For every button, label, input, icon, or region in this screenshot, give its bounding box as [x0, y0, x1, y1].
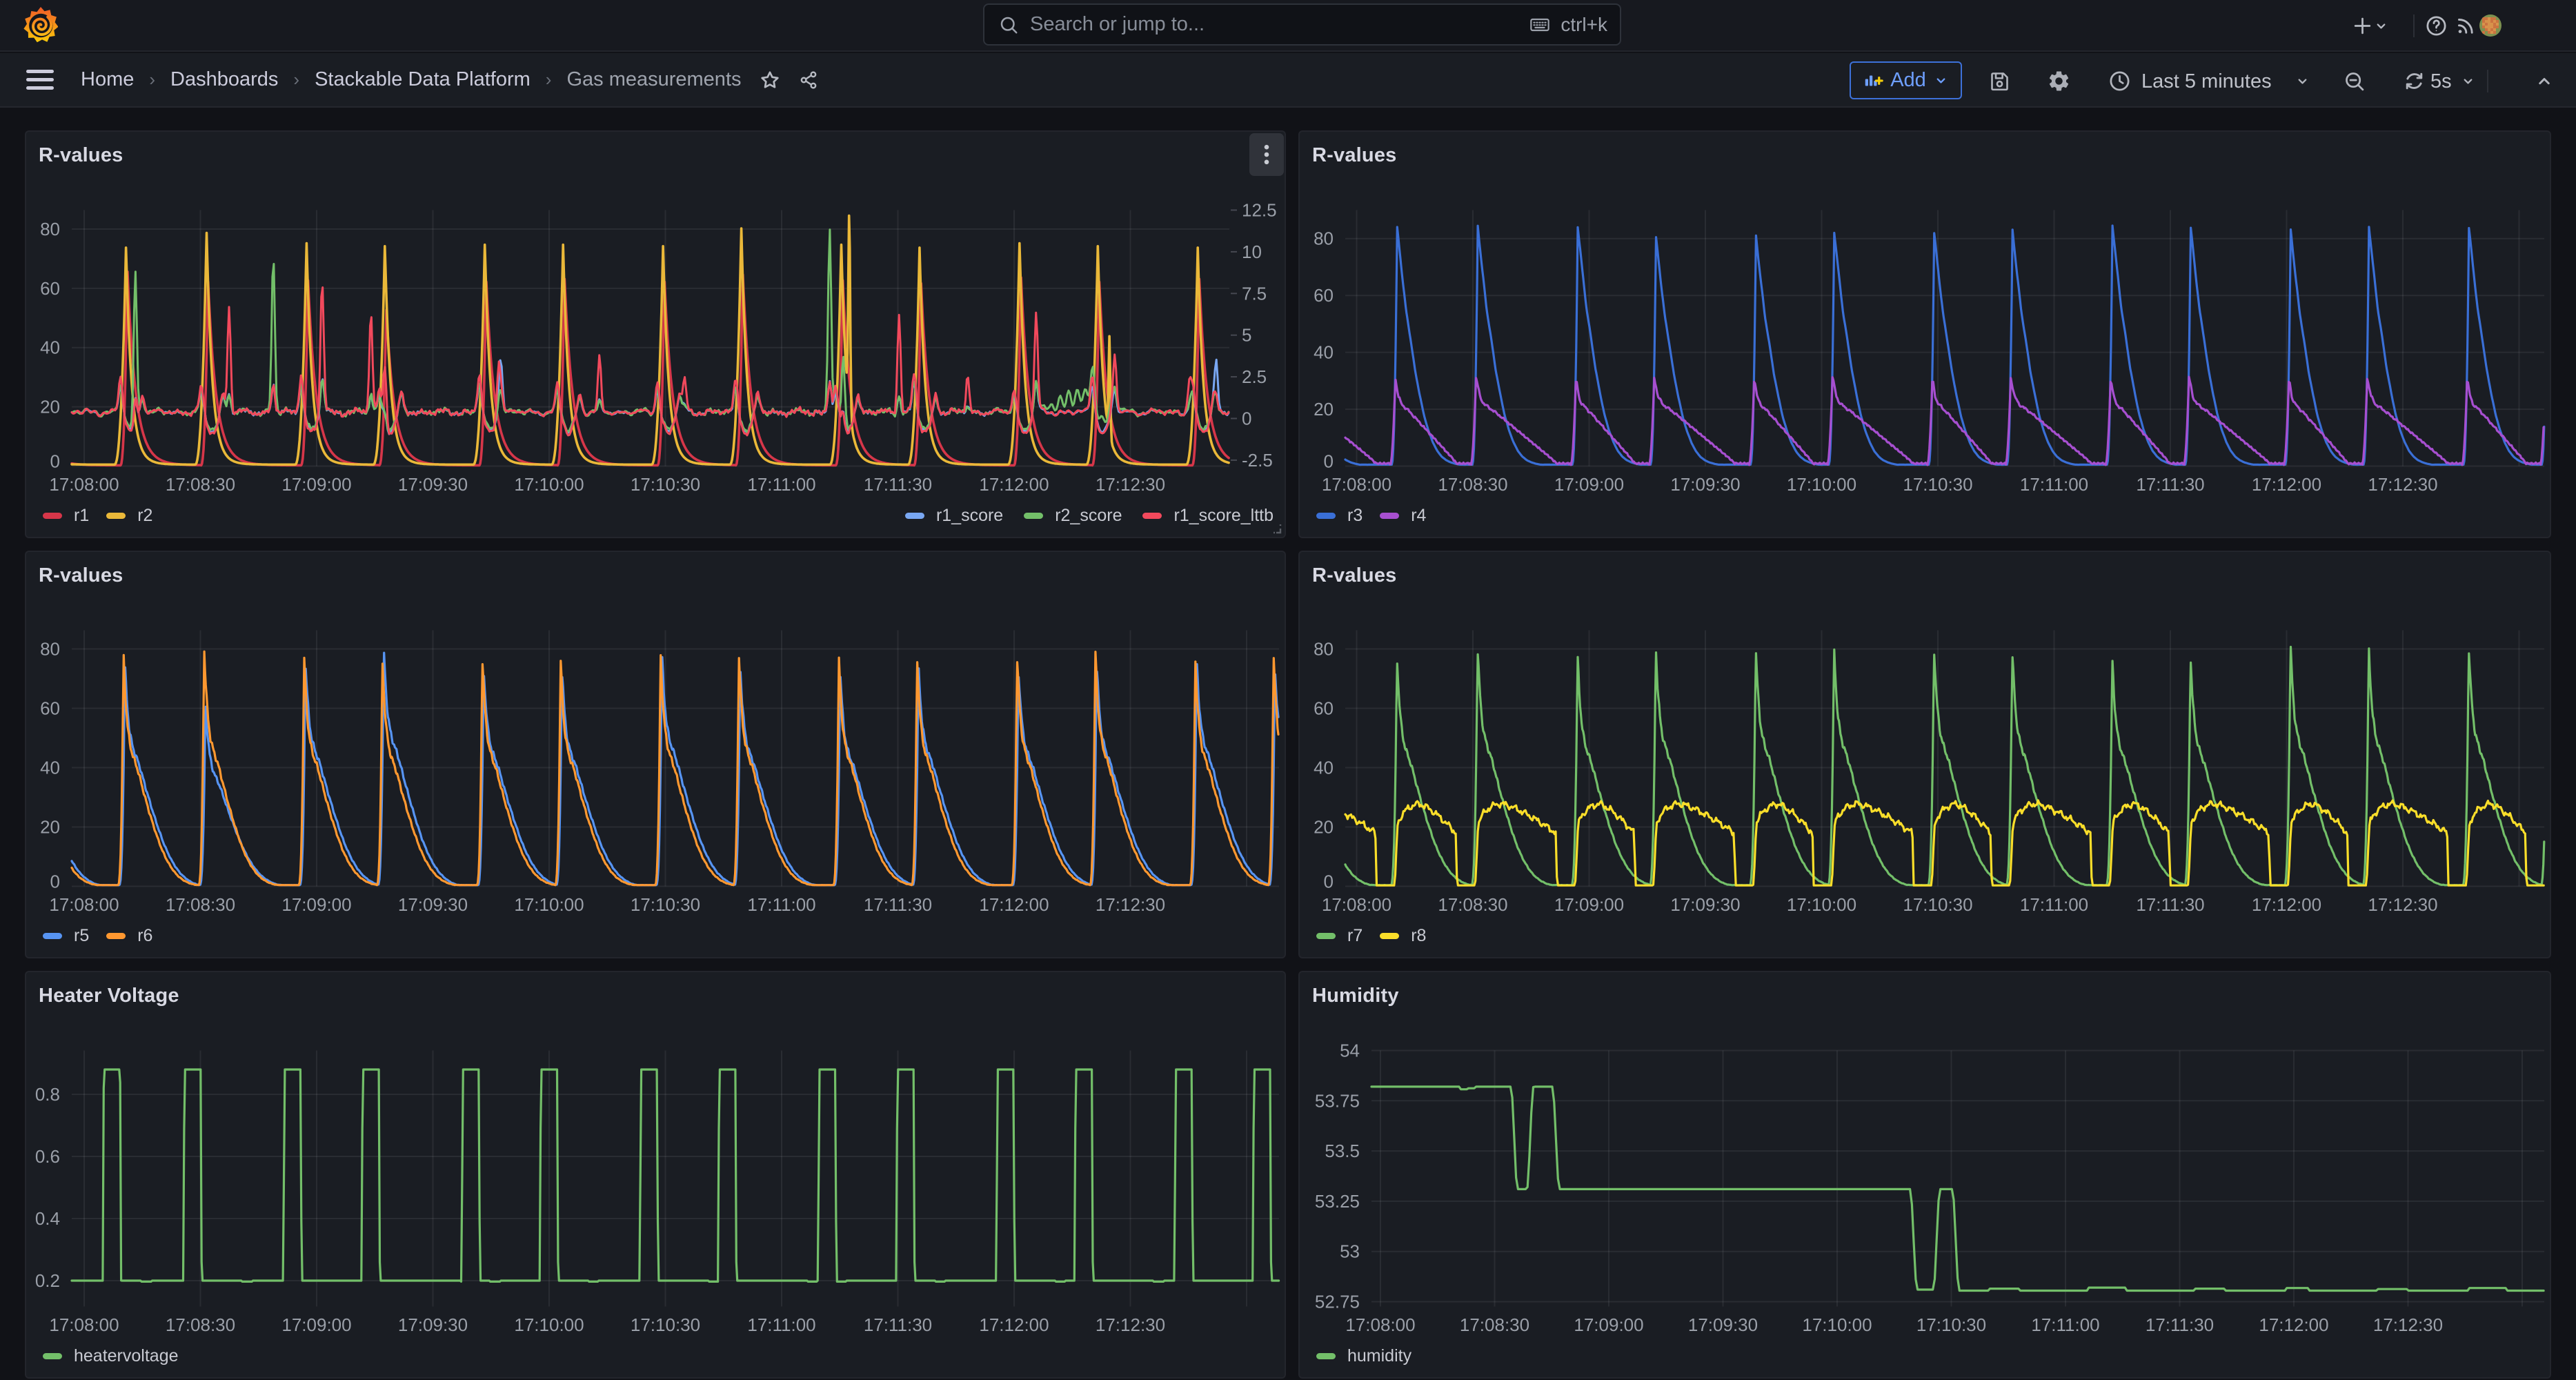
svg-text:2.5: 2.5: [1242, 366, 1267, 387]
svg-text:60: 60: [40, 278, 60, 299]
svg-text:17:09:00: 17:09:00: [281, 1314, 351, 1335]
svg-text:80: 80: [1314, 639, 1334, 660]
svg-text:17:10:30: 17:10:30: [1916, 1314, 1986, 1335]
svg-text:54: 54: [1340, 1041, 1360, 1061]
svg-text:53: 53: [1340, 1241, 1360, 1262]
svg-text:17:11:00: 17:11:00: [747, 1314, 815, 1335]
svg-text:17:11:00: 17:11:00: [747, 894, 815, 915]
svg-text:17:09:30: 17:09:30: [398, 894, 468, 915]
svg-text:17:12:00: 17:12:00: [979, 474, 1049, 495]
svg-text:17:12:30: 17:12:30: [1096, 1314, 1165, 1335]
svg-text:17:09:30: 17:09:30: [1670, 474, 1740, 495]
svg-text:17:08:30: 17:08:30: [166, 1314, 235, 1335]
svg-text:17:08:30: 17:08:30: [1438, 474, 1507, 495]
svg-text:17:10:30: 17:10:30: [1903, 474, 1972, 495]
svg-text:17:10:00: 17:10:00: [1802, 1314, 1872, 1335]
svg-text:17:10:30: 17:10:30: [1903, 894, 1972, 915]
svg-text:17:12:00: 17:12:00: [979, 894, 1049, 915]
svg-text:60: 60: [1314, 285, 1334, 306]
svg-text:17:09:30: 17:09:30: [398, 1314, 468, 1335]
svg-text:20: 20: [1314, 399, 1334, 420]
svg-text:0: 0: [50, 451, 60, 472]
svg-text:17:11:30: 17:11:30: [2136, 894, 2204, 915]
svg-text:17:11:00: 17:11:00: [2031, 1314, 2099, 1335]
svg-text:5: 5: [1242, 325, 1251, 346]
svg-text:17:12:30: 17:12:30: [2373, 1314, 2443, 1335]
svg-text:53.75: 53.75: [1315, 1090, 1360, 1111]
svg-text:0: 0: [1324, 451, 1334, 472]
svg-text:17:10:30: 17:10:30: [631, 894, 700, 915]
svg-text:0: 0: [1324, 871, 1334, 892]
svg-text:17:08:30: 17:08:30: [166, 474, 235, 495]
svg-text:40: 40: [40, 758, 60, 778]
svg-text:53.5: 53.5: [1325, 1141, 1360, 1161]
svg-text:52.75: 52.75: [1315, 1292, 1360, 1312]
svg-text:17:09:00: 17:09:00: [1574, 1314, 1643, 1335]
svg-text:17:10:30: 17:10:30: [631, 1314, 700, 1335]
svg-text:17:11:00: 17:11:00: [747, 474, 815, 495]
svg-text:17:12:00: 17:12:00: [2252, 474, 2321, 495]
svg-text:17:12:00: 17:12:00: [2259, 1314, 2328, 1335]
svg-text:0.2: 0.2: [35, 1270, 60, 1291]
svg-text:17:11:00: 17:11:00: [2020, 894, 2088, 915]
svg-text:20: 20: [1314, 817, 1334, 838]
svg-text:17:08:30: 17:08:30: [1438, 894, 1507, 915]
svg-text:53.25: 53.25: [1315, 1191, 1360, 1212]
svg-text:17:10:30: 17:10:30: [631, 474, 700, 495]
svg-text:0: 0: [1242, 408, 1251, 429]
svg-text:17:11:30: 17:11:30: [864, 1314, 932, 1335]
svg-text:17:08:30: 17:08:30: [1460, 1314, 1529, 1335]
svg-text:0.8: 0.8: [35, 1084, 60, 1105]
svg-text:17:12:30: 17:12:30: [2368, 894, 2437, 915]
svg-text:17:08:30: 17:08:30: [166, 894, 235, 915]
svg-text:17:11:00: 17:11:00: [2020, 474, 2088, 495]
svg-text:17:08:00: 17:08:00: [49, 894, 119, 915]
svg-text:40: 40: [40, 337, 60, 358]
svg-text:17:10:00: 17:10:00: [514, 474, 584, 495]
svg-text:0: 0: [50, 871, 60, 892]
svg-text:0.4: 0.4: [35, 1208, 60, 1229]
svg-text:17:08:00: 17:08:00: [49, 474, 119, 495]
svg-text:20: 20: [40, 397, 60, 417]
svg-text:80: 80: [40, 219, 60, 239]
svg-text:17:09:00: 17:09:00: [281, 894, 351, 915]
svg-text:17:10:00: 17:10:00: [514, 1314, 584, 1335]
svg-text:17:09:00: 17:09:00: [1554, 894, 1624, 915]
svg-text:17:09:00: 17:09:00: [1554, 474, 1624, 495]
svg-text:17:08:00: 17:08:00: [1322, 894, 1391, 915]
svg-text:17:11:30: 17:11:30: [864, 894, 932, 915]
svg-text:17:09:30: 17:09:30: [1670, 894, 1740, 915]
svg-text:40: 40: [1314, 758, 1334, 778]
svg-text:17:10:00: 17:10:00: [1787, 474, 1856, 495]
svg-text:17:09:30: 17:09:30: [1688, 1314, 1758, 1335]
svg-text:80: 80: [40, 639, 60, 660]
svg-text:17:11:30: 17:11:30: [2136, 474, 2204, 495]
svg-text:17:12:00: 17:12:00: [979, 1314, 1049, 1335]
svg-text:-2.5: -2.5: [1242, 450, 1273, 471]
svg-text:7.5: 7.5: [1242, 283, 1267, 304]
svg-text:17:12:30: 17:12:30: [1096, 474, 1165, 495]
svg-text:17:11:30: 17:11:30: [2146, 1314, 2214, 1335]
svg-text:0.6: 0.6: [35, 1146, 60, 1167]
svg-text:17:12:30: 17:12:30: [2368, 474, 2437, 495]
svg-text:10: 10: [1242, 241, 1262, 262]
svg-text:17:12:30: 17:12:30: [1096, 894, 1165, 915]
svg-text:20: 20: [40, 817, 60, 838]
svg-text:17:08:00: 17:08:00: [1345, 1314, 1415, 1335]
svg-text:17:10:00: 17:10:00: [514, 894, 584, 915]
svg-text:17:10:00: 17:10:00: [1787, 894, 1856, 915]
svg-text:17:12:00: 17:12:00: [2252, 894, 2321, 915]
svg-text:40: 40: [1314, 342, 1334, 363]
svg-text:17:11:30: 17:11:30: [864, 474, 932, 495]
svg-text:12.5: 12.5: [1242, 200, 1277, 221]
svg-text:17:09:00: 17:09:00: [281, 474, 351, 495]
svg-text:80: 80: [1314, 228, 1334, 249]
svg-text:60: 60: [40, 698, 60, 719]
svg-text:17:08:00: 17:08:00: [49, 1314, 119, 1335]
svg-text:17:08:00: 17:08:00: [1322, 474, 1391, 495]
svg-text:17:09:30: 17:09:30: [398, 474, 468, 495]
svg-text:60: 60: [1314, 698, 1334, 719]
